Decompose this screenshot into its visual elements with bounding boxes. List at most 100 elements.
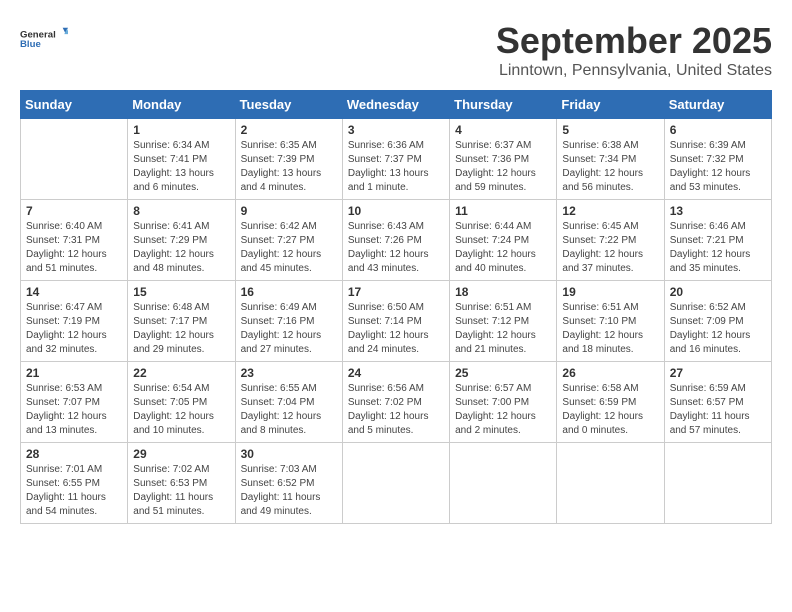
calendar-cell: 8 Sunrise: 6:41 AM Sunset: 7:29 PM Daylig…	[128, 200, 235, 281]
day-info: Sunrise: 6:53 AM Sunset: 7:07 PM Dayligh…	[26, 382, 122, 438]
logo: General Blue	[20, 20, 68, 60]
week-row-4: 21 Sunrise: 6:53 AM Sunset: 7:07 PM Dayli…	[21, 362, 772, 443]
day-number: 5	[562, 123, 658, 137]
calendar-table: Sunday Monday Tuesday Wednesday Thursday…	[20, 90, 772, 524]
calendar-cell: 6 Sunrise: 6:39 AM Sunset: 7:32 PM Daylig…	[664, 119, 771, 200]
page-header: General Blue September 2025 Linntown, Pe…	[20, 20, 772, 80]
calendar-cell: 7 Sunrise: 6:40 AM Sunset: 7:31 PM Daylig…	[21, 200, 128, 281]
day-info: Sunrise: 6:35 AM Sunset: 7:39 PM Dayligh…	[241, 139, 337, 195]
calendar-cell: 15 Sunrise: 6:48 AM Sunset: 7:17 PM Dayli…	[128, 281, 235, 362]
calendar-cell: 28 Sunrise: 7:01 AM Sunset: 6:55 PM Dayli…	[21, 443, 128, 524]
header-monday: Monday	[128, 91, 235, 119]
day-number: 8	[133, 204, 229, 218]
day-info: Sunrise: 6:34 AM Sunset: 7:41 PM Dayligh…	[133, 139, 229, 195]
header-friday: Friday	[557, 91, 664, 119]
day-info: Sunrise: 6:48 AM Sunset: 7:17 PM Dayligh…	[133, 301, 229, 357]
svg-text:Blue: Blue	[20, 39, 41, 50]
calendar-cell: 21 Sunrise: 6:53 AM Sunset: 7:07 PM Dayli…	[21, 362, 128, 443]
calendar-cell: 16Sunrise: 6:49 AM Sunset: 7:16 PM Dayli…	[235, 281, 342, 362]
calendar-cell	[21, 119, 128, 200]
calendar-cell: 29 Sunrise: 7:02 AM Sunset: 6:53 PM Dayli…	[128, 443, 235, 524]
day-number: 13	[670, 204, 766, 218]
day-info: Sunrise: 7:01 AM Sunset: 6:55 PM Dayligh…	[26, 463, 122, 519]
day-info: Sunrise: 6:58 AM Sunset: 6:59 PM Dayligh…	[562, 382, 658, 438]
header-sunday: Sunday	[21, 91, 128, 119]
day-info: Sunrise: 6:40 AM Sunset: 7:31 PM Dayligh…	[26, 220, 122, 276]
calendar-cell	[557, 443, 664, 524]
day-number: 7	[26, 204, 122, 218]
day-info: Sunrise: 6:39 AM Sunset: 7:32 PM Dayligh…	[670, 139, 766, 195]
day-info: Sunrise: 6:57 AM Sunset: 7:00 PM Dayligh…	[455, 382, 551, 438]
title-area: September 2025 Linntown, Pennsylvania, U…	[496, 20, 772, 80]
day-number: 14	[26, 285, 122, 299]
header-saturday: Saturday	[664, 91, 771, 119]
calendar-cell: 9Sunrise: 6:42 AM Sunset: 7:27 PM Daylig…	[235, 200, 342, 281]
calendar-cell: 25Sunrise: 6:57 AM Sunset: 7:00 PM Dayli…	[450, 362, 557, 443]
day-info: Sunrise: 6:50 AM Sunset: 7:14 PM Dayligh…	[348, 301, 444, 357]
calendar-cell: 10 Sunrise: 6:43 AM Sunset: 7:26 PM Dayli…	[342, 200, 449, 281]
day-info: Sunrise: 6:55 AM Sunset: 7:04 PM Dayligh…	[241, 382, 337, 438]
day-info: Sunrise: 6:47 AM Sunset: 7:19 PM Dayligh…	[26, 301, 122, 357]
header-tuesday: Tuesday	[235, 91, 342, 119]
day-info: Sunrise: 6:54 AM Sunset: 7:05 PM Dayligh…	[133, 382, 229, 438]
day-info: Sunrise: 7:02 AM Sunset: 6:53 PM Dayligh…	[133, 463, 229, 519]
day-info: Sunrise: 6:45 AM Sunset: 7:22 PM Dayligh…	[562, 220, 658, 276]
calendar-cell	[450, 443, 557, 524]
calendar-cell: 5 Sunrise: 6:38 AM Sunset: 7:34 PM Daylig…	[557, 119, 664, 200]
calendar-subtitle: Linntown, Pennsylvania, United States	[496, 62, 772, 80]
day-number: 15	[133, 285, 229, 299]
day-number: 27	[670, 366, 766, 380]
day-info: Sunrise: 6:51 AM Sunset: 7:12 PM Dayligh…	[455, 301, 551, 357]
day-number: 12	[562, 204, 658, 218]
calendar-cell: 3Sunrise: 6:36 AM Sunset: 7:37 PM Daylig…	[342, 119, 449, 200]
calendar-cell: 27 Sunrise: 6:59 AM Sunset: 6:57 PM Dayli…	[664, 362, 771, 443]
day-number: 9	[241, 204, 337, 218]
calendar-cell: 17 Sunrise: 6:50 AM Sunset: 7:14 PM Dayli…	[342, 281, 449, 362]
week-row-5: 28 Sunrise: 7:01 AM Sunset: 6:55 PM Dayli…	[21, 443, 772, 524]
calendar-cell: 2 Sunrise: 6:35 AM Sunset: 7:39 PM Daylig…	[235, 119, 342, 200]
day-number: 1	[133, 123, 229, 137]
calendar-cell: 12 Sunrise: 6:45 AM Sunset: 7:22 PM Dayli…	[557, 200, 664, 281]
week-row-1: 1 Sunrise: 6:34 AM Sunset: 7:41 PM Daylig…	[21, 119, 772, 200]
day-number: 10	[348, 204, 444, 218]
day-number: 21	[26, 366, 122, 380]
calendar-cell: 26Sunrise: 6:58 AM Sunset: 6:59 PM Dayli…	[557, 362, 664, 443]
calendar-cell	[664, 443, 771, 524]
day-number: 29	[133, 447, 229, 461]
day-info: Sunrise: 6:49 AM Sunset: 7:16 PM Dayligh…	[241, 301, 337, 357]
day-info: Sunrise: 7:03 AM Sunset: 6:52 PM Dayligh…	[241, 463, 337, 519]
day-info: Sunrise: 6:56 AM Sunset: 7:02 PM Dayligh…	[348, 382, 444, 438]
day-info: Sunrise: 6:51 AM Sunset: 7:10 PM Dayligh…	[562, 301, 658, 357]
day-info: Sunrise: 6:52 AM Sunset: 7:09 PM Dayligh…	[670, 301, 766, 357]
calendar-cell: 20 Sunrise: 6:52 AM Sunset: 7:09 PM Dayli…	[664, 281, 771, 362]
day-info: Sunrise: 6:59 AM Sunset: 6:57 PM Dayligh…	[670, 382, 766, 438]
header-row: Sunday Monday Tuesday Wednesday Thursday…	[21, 91, 772, 119]
week-row-2: 7 Sunrise: 6:40 AM Sunset: 7:31 PM Daylig…	[21, 200, 772, 281]
day-number: 2	[241, 123, 337, 137]
day-number: 6	[670, 123, 766, 137]
day-number: 19	[562, 285, 658, 299]
calendar-cell: 19 Sunrise: 6:51 AM Sunset: 7:10 PM Dayli…	[557, 281, 664, 362]
header-thursday: Thursday	[450, 91, 557, 119]
calendar-cell: 13 Sunrise: 6:46 AM Sunset: 7:21 PM Dayli…	[664, 200, 771, 281]
calendar-cell: 30Sunrise: 7:03 AM Sunset: 6:52 PM Dayli…	[235, 443, 342, 524]
day-number: 20	[670, 285, 766, 299]
calendar-cell: 4Sunrise: 6:37 AM Sunset: 7:36 PM Daylig…	[450, 119, 557, 200]
day-info: Sunrise: 6:38 AM Sunset: 7:34 PM Dayligh…	[562, 139, 658, 195]
day-number: 4	[455, 123, 551, 137]
day-number: 18	[455, 285, 551, 299]
day-number: 28	[26, 447, 122, 461]
day-info: Sunrise: 6:36 AM Sunset: 7:37 PM Dayligh…	[348, 139, 444, 195]
day-number: 23	[241, 366, 337, 380]
day-number: 24	[348, 366, 444, 380]
logo-svg: General Blue	[20, 20, 68, 60]
calendar-title: September 2025	[496, 20, 772, 62]
day-number: 17	[348, 285, 444, 299]
day-info: Sunrise: 6:46 AM Sunset: 7:21 PM Dayligh…	[670, 220, 766, 276]
day-info: Sunrise: 6:44 AM Sunset: 7:24 PM Dayligh…	[455, 220, 551, 276]
calendar-cell: 22Sunrise: 6:54 AM Sunset: 7:05 PM Dayli…	[128, 362, 235, 443]
day-info: Sunrise: 6:43 AM Sunset: 7:26 PM Dayligh…	[348, 220, 444, 276]
day-info: Sunrise: 6:41 AM Sunset: 7:29 PM Dayligh…	[133, 220, 229, 276]
calendar-cell: 1 Sunrise: 6:34 AM Sunset: 7:41 PM Daylig…	[128, 119, 235, 200]
day-number: 11	[455, 204, 551, 218]
